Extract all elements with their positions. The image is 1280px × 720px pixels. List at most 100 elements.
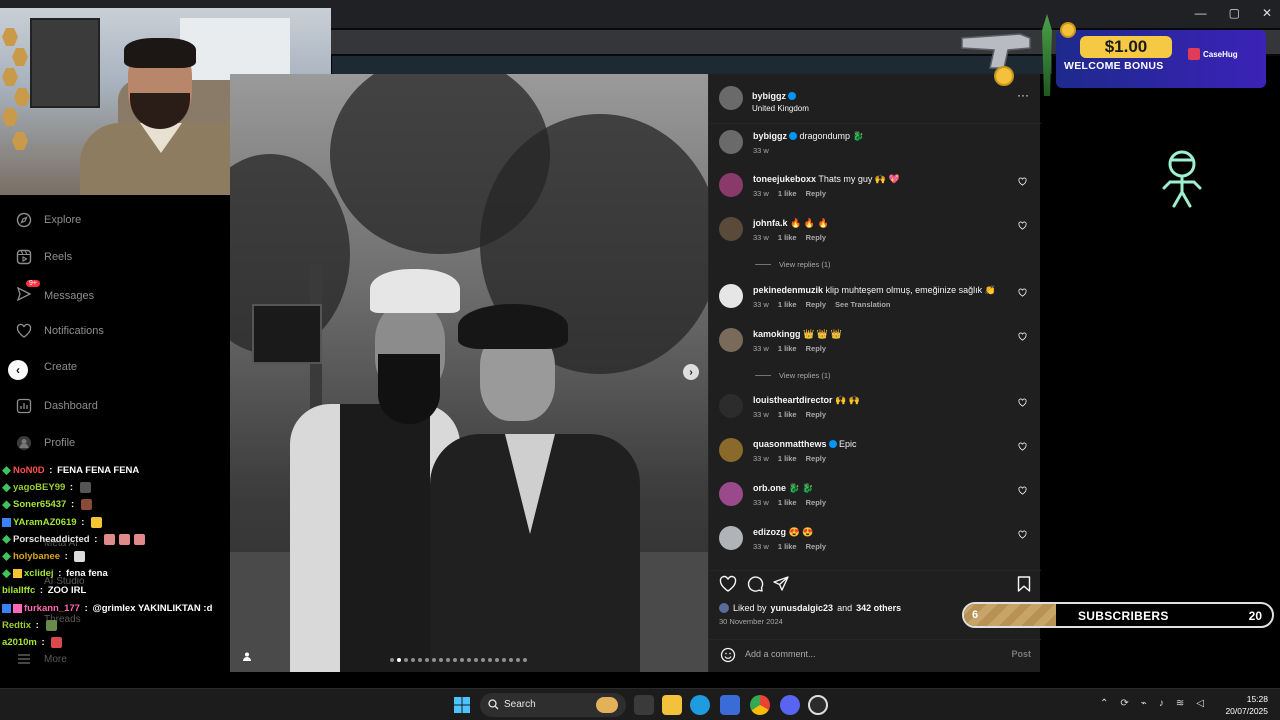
view-replies-button[interactable]: View replies (1) <box>755 371 831 380</box>
sidebar-item-label: Profile <box>44 437 76 449</box>
knife-icon <box>1042 14 1052 96</box>
comment-input[interactable]: Add a comment... <box>745 649 816 659</box>
sidebar-item-label: Messages <box>44 289 95 302</box>
like-comment-icon[interactable] <box>1018 442 1027 451</box>
system-tray: ⌃ ⟳ ⌁ ♪ ≋ ◁ <box>1100 698 1204 709</box>
sync-icon[interactable]: ⟳ <box>1120 698 1128 709</box>
profile-icon <box>17 436 31 450</box>
background-strip <box>332 56 1052 74</box>
like-comment-icon[interactable] <box>1018 332 1027 341</box>
likes-count[interactable]: 342 others <box>856 603 901 613</box>
sidebar-item-more[interactable]: More <box>16 651 67 667</box>
sidebar-item-explore[interactable]: Explore <box>16 212 81 228</box>
chat-message: YAramAZ0619 : <box>2 514 230 531</box>
clock[interactable]: 15:28 20/07/2025 <box>1225 693 1268 717</box>
author-avatar[interactable] <box>719 130 743 154</box>
file-explorer-icon[interactable] <box>662 695 682 715</box>
verified-badge-icon <box>788 92 796 100</box>
like-comment-icon[interactable] <box>1018 177 1027 186</box>
windows-taskbar: Search ⌃ ⟳ ⌁ ♪ ≋ ◁ 15:28 20/07/2025 <box>0 688 1280 720</box>
sidebar-item-profile[interactable]: Profile <box>16 435 75 451</box>
commenter-avatar[interactable] <box>719 438 743 462</box>
sidebar-item-create[interactable]: Create <box>44 361 77 373</box>
chrome-icon[interactable] <box>750 695 770 715</box>
comment-icon[interactable] <box>746 575 764 593</box>
comment-composer: Add a comment... Post <box>709 639 1041 669</box>
commenter-avatar[interactable] <box>719 328 743 352</box>
messages-badge: 9+ <box>26 280 40 287</box>
like-comment-icon[interactable] <box>1018 530 1027 539</box>
store-icon[interactable] <box>720 695 740 715</box>
sidebar-item-label: Reels <box>44 251 73 263</box>
edge-icon[interactable] <box>690 695 710 715</box>
menu-icon <box>18 654 30 664</box>
app-icon[interactable] <box>808 695 828 715</box>
task-view-icon[interactable] <box>634 695 654 715</box>
network-icon[interactable]: ⌁ <box>1141 698 1147 709</box>
like-comment-icon[interactable] <box>1018 288 1027 297</box>
post-location[interactable]: United Kingdom <box>752 104 809 113</box>
chevron-up-icon[interactable]: ⌃ <box>1100 698 1108 709</box>
bookmark-icon[interactable] <box>1015 575 1033 593</box>
view-replies-button[interactable]: View replies (1) <box>755 260 831 269</box>
like-comment-icon[interactable] <box>1018 486 1027 495</box>
start-button[interactable] <box>452 695 472 715</box>
liker-avatar <box>719 603 729 613</box>
stream-chat-overlay: NoN0D : FENA FENA FENA yagoBEY99 : Soner… <box>2 462 230 652</box>
post-comment-button[interactable]: Post <box>1011 649 1031 659</box>
dashboard-icon <box>16 398 32 414</box>
commenter-avatar[interactable] <box>719 526 743 550</box>
subscribers-label: SUBSCRIBERS <box>1078 609 1169 623</box>
sidebar-item-messages[interactable]: 9+ Messages <box>16 280 95 305</box>
chevron-right-icon: › <box>689 366 693 378</box>
post-date: 30 November 2024 <box>719 617 783 626</box>
verified-badge-icon <box>828 440 837 448</box>
sidebar-item-notifications[interactable]: Notifications <box>16 323 104 339</box>
taskbar-search[interactable]: Search <box>480 693 626 717</box>
search-icon <box>488 699 499 710</box>
chevron-left-icon: ‹ <box>16 363 20 377</box>
chat-message: a2010m : <box>2 634 230 651</box>
sidebar-item-reels[interactable]: Reels <box>16 249 72 265</box>
subscribers-goal-bar: 6 SUBSCRIBERS 20 <box>962 602 1274 628</box>
bonus-brand: CaseHug <box>1188 48 1238 60</box>
like-comment-icon[interactable] <box>1018 398 1027 407</box>
verified-badge-icon <box>789 132 797 140</box>
commenter-avatar[interactable] <box>719 482 743 506</box>
chat-message: furkann_177 : @grimlex YAKINLIKTAN :d <box>2 600 230 617</box>
author-username[interactable]: bybiggz <box>752 91 786 101</box>
chat-message: Soner65437 : <box>2 496 230 513</box>
carousel-indicator <box>390 658 527 662</box>
like-icon[interactable] <box>719 575 737 593</box>
welcome-bonus-overlay: $1.00 WELCOME BONUS CaseHug <box>960 14 1266 96</box>
commenter-avatar[interactable] <box>719 394 743 418</box>
share-icon[interactable] <box>772 575 790 593</box>
tagged-user-icon[interactable] <box>242 648 252 661</box>
chat-message: Redtix : <box>2 617 230 634</box>
chat-message: bilalIffc : ZOO IRL <box>2 585 87 597</box>
sidebar-item-label: Create <box>44 361 78 373</box>
commenter-avatar[interactable] <box>719 284 743 308</box>
emoji-icon[interactable] <box>720 647 736 663</box>
subscribers-goal: 20 <box>1248 609 1262 623</box>
screen: — ▢ ✕ Explore Reels 9+ Messages Notifica… <box>0 0 1280 720</box>
volume-icon[interactable]: ◁ <box>1196 698 1204 709</box>
author-avatar[interactable] <box>719 86 743 110</box>
chat-message: xclidej : fena fena <box>2 565 230 582</box>
like-comment-icon[interactable] <box>1018 221 1027 230</box>
compass-icon <box>16 212 32 228</box>
commenter-avatar[interactable] <box>719 217 743 241</box>
microphone-icon[interactable]: ♪ <box>1159 698 1164 709</box>
previous-post-button[interactable]: ‹ <box>8 360 28 380</box>
discord-icon[interactable] <box>780 695 800 715</box>
chat-message: NoN0D : FENA FENA FENA <box>2 462 230 479</box>
post-photo[interactable]: › <box>230 74 708 672</box>
wifi-icon[interactable]: ≋ <box>1176 698 1184 709</box>
sidebar-item-dashboard[interactable]: Dashboard <box>16 398 98 414</box>
post-details-panel: bybiggz United Kingdom ··· bybiggz drago… <box>708 74 1041 672</box>
bonus-amount: $1.00 <box>1080 36 1172 58</box>
backdrop-right <box>1056 74 1272 504</box>
windows-icon <box>454 697 470 713</box>
commenter-avatar[interactable] <box>719 173 743 197</box>
next-image-button[interactable]: › <box>683 364 699 380</box>
